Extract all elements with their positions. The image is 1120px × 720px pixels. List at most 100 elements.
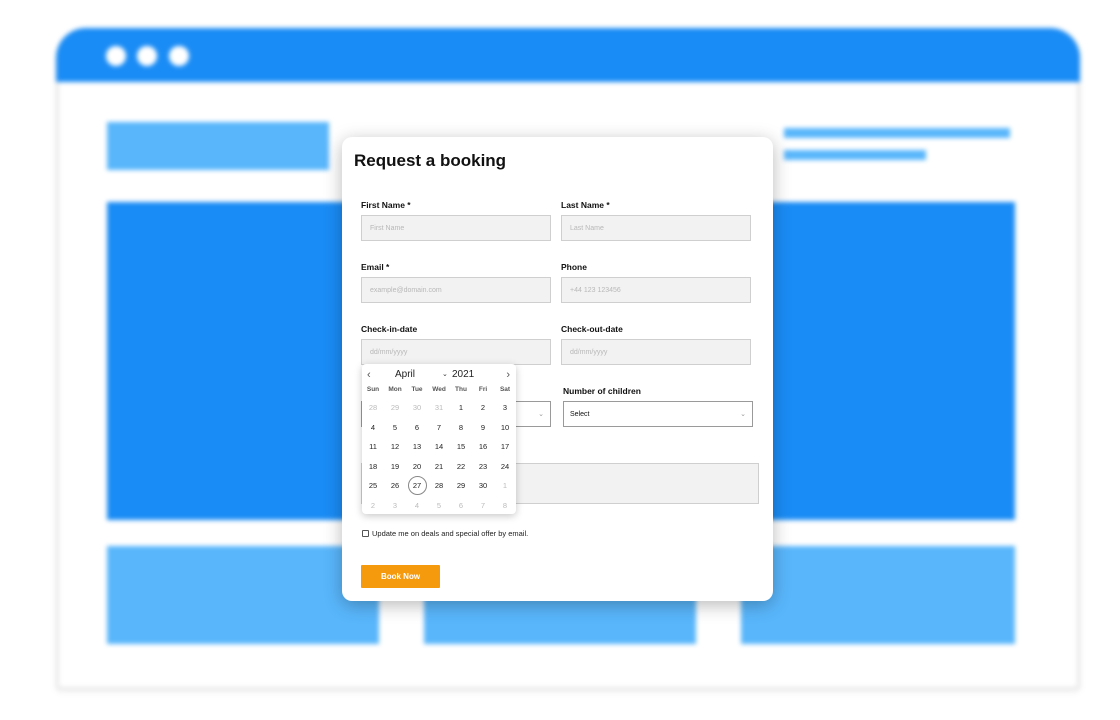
calendar-day[interactable]: 27 — [406, 476, 428, 496]
calendar-day[interactable]: 18 — [362, 457, 384, 477]
calendar-day[interactable]: 4 — [406, 496, 428, 516]
calendar-day[interactable]: 29 — [384, 398, 406, 418]
phone-label: Phone — [561, 262, 587, 272]
calendar-day-number: 8 — [458, 422, 464, 432]
calendar-day[interactable]: 14 — [428, 437, 450, 457]
calendar-day-number: 5 — [392, 422, 398, 432]
check-in-date-input[interactable]: dd/mm/yyyy — [361, 339, 551, 365]
calendar-day[interactable]: 8 — [494, 496, 516, 516]
calendar-day[interactable]: 1 — [450, 398, 472, 418]
check-out-date-input[interactable]: dd/mm/yyyy — [561, 339, 751, 365]
calendar-day[interactable]: 26 — [384, 476, 406, 496]
chevron-down-icon[interactable]: ⌄ — [442, 368, 448, 382]
calendar-day[interactable]: 8 — [450, 418, 472, 438]
calendar-day-number: 3 — [502, 403, 508, 413]
calendar-day-number: 6 — [458, 500, 464, 510]
calendar-grid: 28 29 30 31 1 2 3 4 5 6 7 8 9 10 11 12 13 14 15 16 17 18 19 20 2… — [362, 398, 516, 515]
calendar-day[interactable]: 28 — [362, 398, 384, 418]
calendar-day[interactable]: 25 — [362, 476, 384, 496]
chevron-right-icon[interactable]: › — [506, 368, 510, 382]
calendar-day[interactable]: 6 — [406, 418, 428, 438]
calendar-day[interactable]: 15 — [450, 437, 472, 457]
placeholder-logo-block — [107, 122, 329, 170]
calendar-day-number: 9 — [480, 422, 486, 432]
window-dot-icon — [106, 46, 126, 66]
calendar-day[interactable]: 16 — [472, 437, 494, 457]
window-dot-icon — [137, 46, 157, 66]
calendar-day[interactable]: 30 — [406, 398, 428, 418]
calendar-day-number: 30 — [478, 481, 488, 491]
calendar-day-number: 6 — [414, 422, 420, 432]
calendar-day[interactable]: 10 — [494, 418, 516, 438]
calendar-day[interactable]: 11 — [362, 437, 384, 457]
form-title: Request a booking — [354, 151, 507, 170]
weekday-header-row: Sun Mon Tue Wed Thu Fri Sat — [362, 386, 516, 393]
check-in-date-label: Check-in-date — [361, 324, 418, 334]
browser-titlebar — [56, 28, 1080, 82]
chevron-left-icon[interactable]: ‹ — [367, 368, 371, 382]
calendar-day-number: 4 — [370, 422, 376, 432]
first-name-input[interactable]: First Name — [361, 215, 551, 241]
calendar-day[interactable]: 31 — [428, 398, 450, 418]
calendar-day-number: 7 — [480, 500, 486, 510]
calendar-day-number: 31 — [434, 403, 444, 413]
calendar-day[interactable]: 12 — [384, 437, 406, 457]
number-of-children-label: Number of children — [563, 386, 641, 396]
children-select-value: Select — [570, 410, 590, 418]
calendar-day[interactable]: 6 — [450, 496, 472, 516]
calendar-day-number: 30 — [412, 403, 422, 413]
calendar-day[interactable]: 29 — [450, 476, 472, 496]
calendar-day-number: 7 — [436, 422, 442, 432]
calendar-day[interactable]: 3 — [384, 496, 406, 516]
calendar-day-number: 20 — [412, 461, 422, 471]
calendar-day[interactable]: 2 — [362, 496, 384, 516]
calendar-day-number: 14 — [434, 442, 444, 452]
number-of-children-select[interactable]: Select ⌄ — [563, 401, 753, 427]
phone-input[interactable]: +44 123 123456 — [561, 277, 751, 303]
month-select[interactable]: April — [395, 368, 415, 382]
weekday-label: Fri — [478, 386, 488, 393]
calendar-day[interactable]: 5 — [384, 418, 406, 438]
calendar-day[interactable]: 19 — [384, 457, 406, 477]
book-now-button[interactable]: Book Now — [361, 565, 440, 588]
calendar-day-number: 19 — [390, 461, 400, 471]
calendar-day-number: 26 — [390, 481, 400, 491]
calendar-day[interactable]: 17 — [494, 437, 516, 457]
calendar-day[interactable]: 24 — [494, 457, 516, 477]
weekday-label: Tue — [411, 386, 423, 393]
calendar-day-number: 29 — [390, 403, 400, 413]
calendar-day[interactable]: 1 — [494, 476, 516, 496]
calendar-day-number: 28 — [368, 403, 378, 413]
weekday-label: Sun — [366, 386, 380, 393]
calendar-day-number: 17 — [500, 442, 510, 452]
check-out-date-label: Check-out-date — [561, 324, 623, 334]
weekday-label: Mon — [388, 386, 402, 393]
calendar-day-number: 8 — [502, 500, 508, 510]
calendar-day[interactable]: 13 — [406, 437, 428, 457]
calendar-day[interactable]: 9 — [472, 418, 494, 438]
weekday-label: Wed — [432, 386, 446, 393]
last-name-input[interactable]: Last Name — [561, 215, 751, 241]
calendar-day[interactable]: 3 — [494, 398, 516, 418]
date-picker-popup: ‹ April ⌄ 2021 › Sun Mon Tue Wed Thu Fri Sat 2… — [362, 364, 516, 514]
last-name-label: Last Name * — [561, 200, 610, 210]
calendar-day[interactable]: 22 — [450, 457, 472, 477]
calendar-day-number: 1 — [458, 403, 464, 413]
calendar-day-number: 12 — [390, 442, 400, 452]
calendar-day[interactable]: 2 — [472, 398, 494, 418]
calendar-day[interactable]: 4 — [362, 418, 384, 438]
calendar-day[interactable]: 28 — [428, 476, 450, 496]
year-input[interactable]: 2021 — [452, 368, 474, 382]
chevron-down-icon: ⌄ — [538, 411, 544, 418]
calendar-day[interactable]: 23 — [472, 457, 494, 477]
calendar-day[interactable]: 30 — [472, 476, 494, 496]
calendar-day[interactable]: 21 — [428, 457, 450, 477]
calendar-day[interactable]: 20 — [406, 457, 428, 477]
newsletter-checkbox[interactable] — [362, 530, 369, 537]
calendar-day[interactable]: 5 — [428, 496, 450, 516]
calendar-day-number: 2 — [370, 500, 376, 510]
newsletter-label: Update me on deals and special offer by … — [372, 529, 529, 538]
calendar-day[interactable]: 7 — [472, 496, 494, 516]
email-input[interactable]: example@domain.com — [361, 277, 551, 303]
calendar-day[interactable]: 7 — [428, 418, 450, 438]
